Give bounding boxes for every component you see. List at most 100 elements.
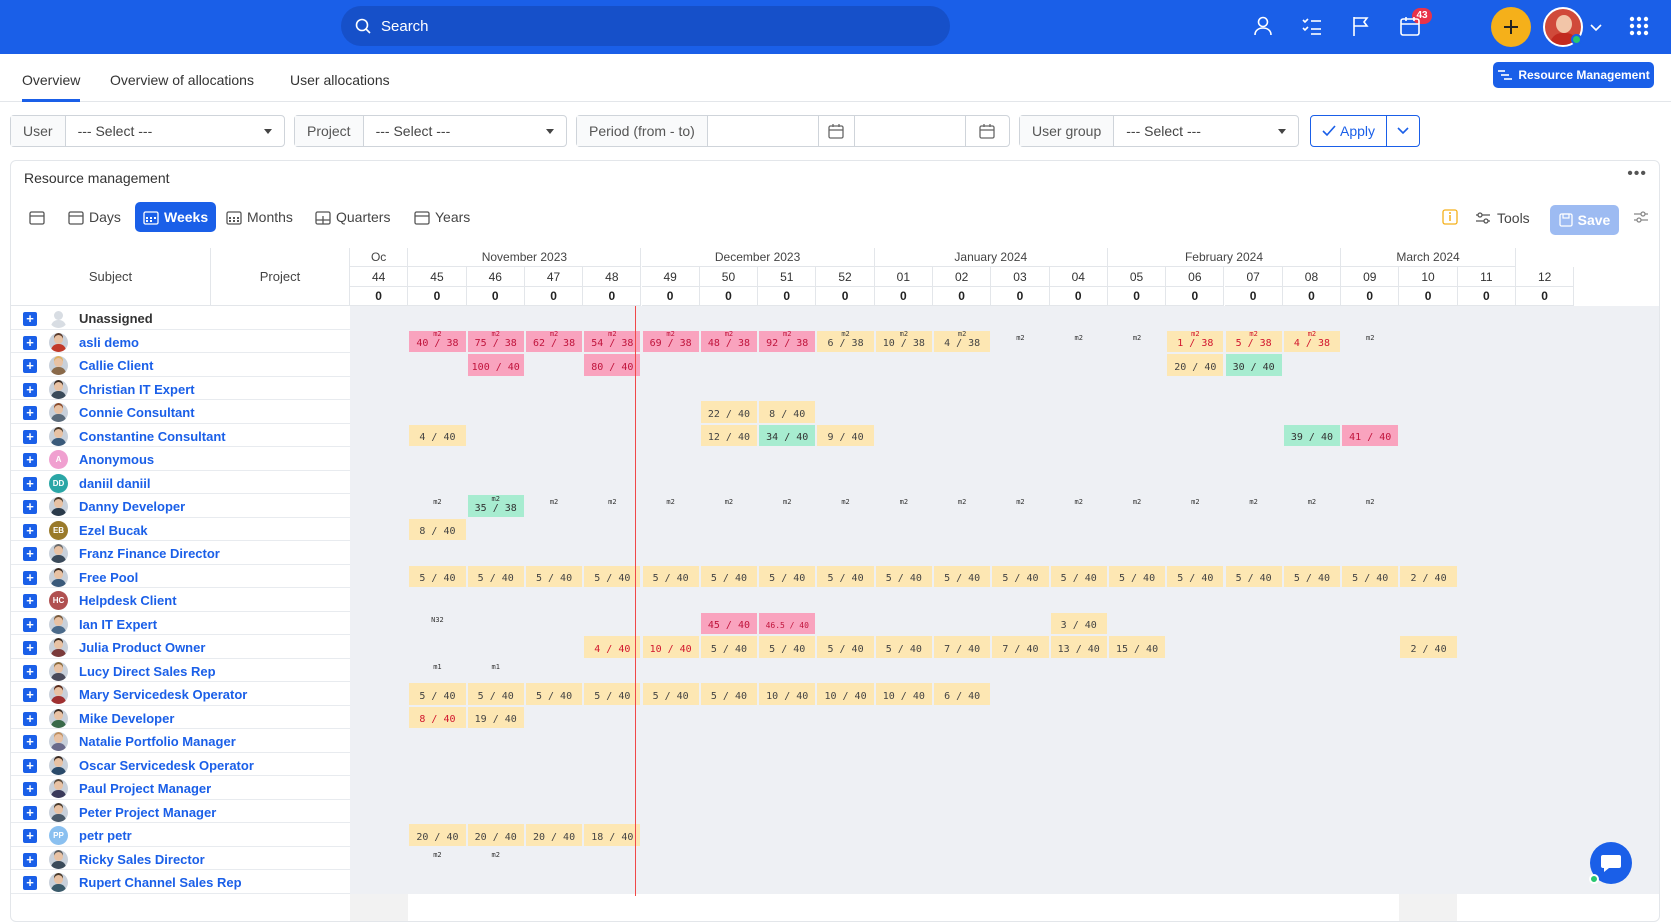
user-name-link[interactable]: petr petr — [79, 828, 132, 843]
allocation-cell[interactable]: 20 / 40 — [409, 824, 466, 846]
allocation-cell[interactable]: 5 / 40 — [759, 565, 816, 587]
user-name-link[interactable]: Oscar Servicedesk Operator — [79, 758, 254, 773]
user-name-link[interactable]: Christian IT Expert — [79, 382, 195, 397]
expand-row-button[interactable]: + — [23, 805, 37, 820]
allocation-cell[interactable]: m2 — [1109, 331, 1165, 353]
row-timeline[interactable] — [350, 400, 1659, 424]
expand-row-button[interactable]: + — [23, 453, 37, 467]
allocation-cell[interactable]: m2 — [468, 848, 524, 870]
user-name-link[interactable]: Constantine Consultant — [79, 429, 226, 444]
allocation-cell[interactable]: 45 / 40 — [700, 612, 758, 634]
expand-row-button[interactable]: + — [23, 547, 37, 561]
allocation-cell[interactable]: 5 / 40 — [875, 565, 932, 587]
expand-row-button[interactable]: + — [23, 500, 37, 514]
allocation-cell[interactable]: 10 / 40 — [642, 636, 699, 658]
week-header[interactable]: 08 — [1282, 267, 1342, 287]
view-weeks-button[interactable]: Weeks — [135, 202, 217, 232]
allocation-cell[interactable]: 5 / 40 — [525, 683, 583, 705]
row-timeline[interactable] — [350, 729, 1659, 753]
allocation-cell[interactable]: m2 69 / 38 — [642, 330, 699, 352]
allocation-cell[interactable]: 34 / 40 — [759, 424, 816, 446]
week-header[interactable]: 03 — [991, 267, 1050, 287]
week-header[interactable]: 05 — [1107, 267, 1167, 287]
allocation-cell[interactable]: 5 / 40 — [525, 565, 583, 587]
row-timeline[interactable] — [350, 846, 1659, 870]
allocation-cell[interactable]: m2 62 / 38 — [525, 330, 583, 352]
allocation-cell[interactable]: 5 / 40 — [934, 565, 991, 587]
expand-row-button[interactable]: + — [23, 335, 37, 350]
allocation-cell[interactable]: 15 / 40 — [1108, 636, 1166, 658]
project-filter[interactable]: Project --- Select --- — [294, 115, 567, 147]
allocation-cell[interactable]: m2 — [992, 331, 1048, 353]
row-timeline[interactable] — [350, 447, 1659, 471]
expand-row-button[interactable]: + — [23, 876, 37, 890]
user-name-link[interactable]: Helpdesk Client — [79, 593, 177, 608]
week-header[interactable]: 46 — [466, 267, 525, 287]
allocation-cell[interactable]: m2 92 / 38 — [759, 330, 816, 352]
allocation-cell[interactable]: m2 — [1226, 495, 1282, 517]
allocation-cell[interactable]: 18 / 40 — [584, 824, 641, 846]
allocation-cell[interactable]: 5 / 40 — [642, 683, 699, 705]
user-name-link[interactable]: Ezel Bucak — [79, 523, 148, 538]
expand-row-button[interactable]: + — [23, 594, 37, 608]
allocation-cell[interactable]: 13 / 40 — [1050, 636, 1107, 658]
row-timeline[interactable] — [350, 353, 1659, 377]
tools-button[interactable]: Tools — [1475, 210, 1530, 226]
calendar-icon[interactable] — [1398, 14, 1422, 38]
week-header[interactable]: 50 — [699, 267, 759, 287]
allocation-cell[interactable]: 5 / 40 — [817, 636, 874, 658]
allocation-cell[interactable]: m2 — [876, 495, 932, 517]
allocation-cell[interactable]: 5 / 40 — [1167, 565, 1224, 587]
expand-row-button[interactable]: + — [23, 782, 37, 796]
allocation-cell[interactable]: 8 / 40 — [409, 518, 466, 540]
user-name-link[interactable]: Ricky Sales Director — [79, 852, 205, 867]
allocation-cell[interactable]: 5 / 40 — [1225, 565, 1282, 587]
allocation-cell[interactable]: 22 / 40 — [700, 401, 758, 423]
save-button[interactable]: Save — [1550, 205, 1619, 235]
allocation-cell[interactable]: m2 — [409, 495, 465, 517]
allocation-cell[interactable]: m2 — [409, 848, 465, 870]
allocation-cell[interactable]: 10 / 40 — [759, 683, 816, 705]
apply-dropdown-toggle[interactable] — [1387, 116, 1419, 146]
allocation-cell[interactable]: m2 — [1284, 495, 1340, 517]
allocation-cell[interactable]: 5 / 40 — [409, 683, 466, 705]
week-header[interactable]: 06 — [1166, 267, 1225, 287]
allocation-cell[interactable]: 5 / 40 — [1342, 565, 1399, 587]
row-timeline[interactable] — [350, 799, 1659, 823]
row-timeline[interactable] — [350, 423, 1659, 447]
week-header[interactable]: 01 — [874, 267, 933, 287]
user-name-link[interactable]: Danny Developer — [79, 499, 185, 514]
allocation-cell[interactable]: m2 4 / 38 — [934, 330, 991, 352]
allocation-cell[interactable]: 5 / 40 — [1108, 565, 1166, 587]
apply-button[interactable]: Apply — [1311, 116, 1387, 146]
allocation-cell[interactable]: 80 / 40 — [584, 354, 641, 376]
allocation-cell[interactable]: 4 / 40 — [584, 636, 641, 658]
row-timeline[interactable] — [350, 588, 1659, 612]
expand-row-button[interactable]: + — [23, 711, 37, 726]
allocation-cell[interactable]: 5 / 40 — [584, 683, 641, 705]
allocation-cell[interactable]: m2 54 / 38 — [584, 330, 641, 352]
week-header[interactable]: 51 — [758, 267, 817, 287]
expand-row-button[interactable]: + — [23, 664, 37, 679]
user-name-link[interactable]: asli demo — [79, 335, 139, 350]
expand-row-button[interactable]: + — [23, 429, 37, 444]
row-timeline[interactable] — [350, 376, 1659, 400]
expand-row-button[interactable]: + — [23, 406, 37, 420]
resource-management-button[interactable]: Resource Management — [1493, 62, 1654, 88]
allocation-cell[interactable]: 20 / 40 — [525, 824, 583, 846]
project-column-header[interactable]: Project — [211, 248, 350, 306]
tab-overview[interactable]: Overview — [22, 72, 81, 102]
week-header[interactable]: 52 — [816, 267, 875, 287]
period-to-input[interactable] — [855, 116, 966, 146]
allocation-cell[interactable]: 2 / 40 — [1400, 636, 1457, 658]
tab-user-allocations[interactable]: User allocations — [290, 72, 390, 88]
user-name-link[interactable]: Peter Project Manager — [79, 805, 216, 820]
period-from-input[interactable] — [708, 116, 819, 146]
project-select[interactable]: --- Select --- — [364, 123, 566, 139]
user-name-link[interactable]: Rupert Channel Sales Rep — [79, 875, 242, 890]
week-header[interactable]: 10 — [1399, 267, 1458, 287]
allocation-cell[interactable]: 5 / 40 — [467, 565, 524, 587]
user-name-link[interactable]: Connie Consultant — [79, 405, 195, 420]
week-header[interactable]: 47 — [524, 267, 584, 287]
allocation-cell[interactable]: N32 — [409, 613, 465, 635]
